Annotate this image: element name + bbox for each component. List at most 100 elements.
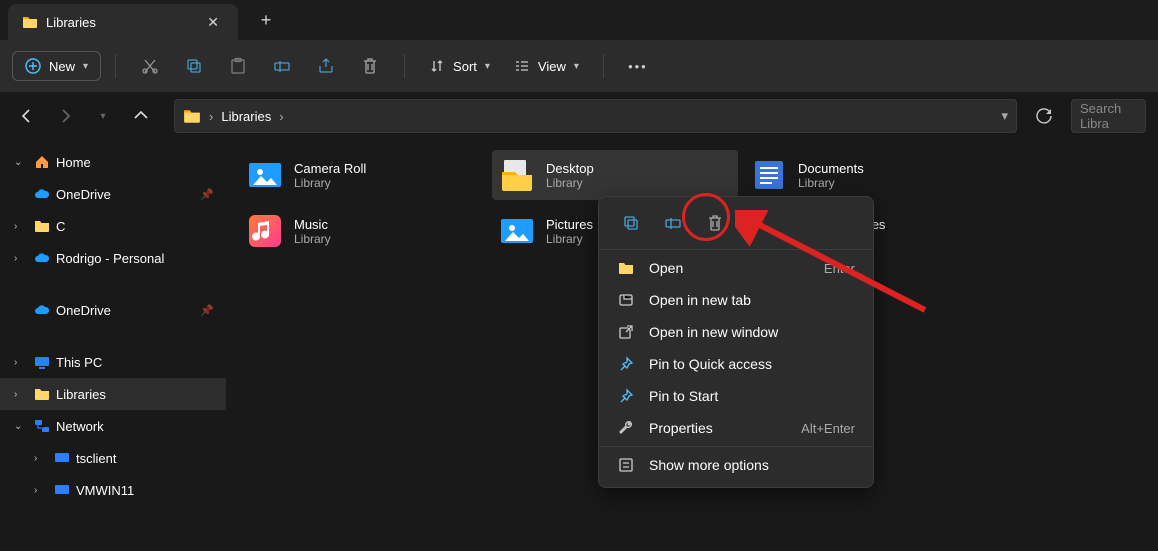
ctx-rename-button[interactable] bbox=[657, 207, 689, 239]
sidebar-item-c[interactable]: › C bbox=[0, 210, 226, 242]
chevron-down-icon[interactable]: ⌄ bbox=[14, 421, 28, 432]
ctx-pin-quick[interactable]: Pin to Quick access bbox=[599, 348, 873, 380]
chevron-right-icon[interactable]: › bbox=[14, 221, 28, 232]
up-button[interactable] bbox=[126, 101, 156, 131]
share-button[interactable] bbox=[306, 48, 346, 84]
divider bbox=[603, 54, 604, 78]
sidebar-item-libraries[interactable]: › Libraries bbox=[0, 378, 226, 410]
more-options-icon bbox=[617, 457, 635, 473]
chevron-down-icon: ▾ bbox=[83, 61, 88, 72]
chevron-right-icon[interactable]: › bbox=[14, 253, 28, 264]
pc-icon bbox=[54, 450, 70, 466]
ctx-open-new-tab[interactable]: Open in new tab bbox=[599, 284, 873, 316]
breadcrumb-sep: › bbox=[209, 109, 213, 124]
copy-button[interactable] bbox=[174, 48, 214, 84]
doc-library-icon bbox=[750, 156, 788, 194]
back-button[interactable] bbox=[12, 101, 42, 131]
pin-icon: 📌 bbox=[200, 304, 214, 317]
chevron-down-icon[interactable]: ⌄ bbox=[14, 157, 28, 168]
tab-icon bbox=[617, 292, 635, 308]
ctx-delete-button[interactable] bbox=[699, 207, 731, 239]
rename-button[interactable] bbox=[262, 48, 302, 84]
sidebar: ⌄ Home OneDrive 📌 › C › Rodrigo - Person… bbox=[0, 140, 226, 551]
folder-icon bbox=[22, 14, 38, 30]
cut-button[interactable] bbox=[130, 48, 170, 84]
tab-title: Libraries bbox=[46, 15, 96, 30]
paste-button[interactable] bbox=[218, 48, 258, 84]
plus-circle-icon bbox=[25, 58, 41, 74]
tab-libraries[interactable]: Libraries ✕ bbox=[8, 4, 238, 40]
chevron-down-icon: ▾ bbox=[574, 61, 579, 72]
network-icon bbox=[34, 418, 50, 434]
ctx-open[interactable]: Open Enter bbox=[599, 252, 873, 284]
pin-icon bbox=[617, 388, 635, 404]
pin-icon bbox=[617, 356, 635, 372]
folder-icon bbox=[183, 107, 201, 125]
chevron-right-icon[interactable]: › bbox=[14, 389, 28, 400]
forward-button[interactable] bbox=[50, 101, 80, 131]
wrench-icon bbox=[617, 420, 635, 436]
photo-library-icon bbox=[246, 156, 284, 194]
sidebar-item-thispc[interactable]: › This PC bbox=[0, 346, 226, 378]
library-item-desktop[interactable]: Desktop Library bbox=[492, 150, 738, 200]
home-icon bbox=[34, 154, 50, 170]
new-button[interactable]: New ▾ bbox=[12, 51, 101, 81]
pin-icon: 📌 bbox=[200, 188, 214, 201]
toolbar: New ▾ Sort ▾ View ▾ ••• bbox=[0, 40, 1158, 92]
context-menu: Open Enter Open in new tab Open in new w… bbox=[598, 196, 874, 488]
library-item-cameraroll[interactable]: Camera Roll Library bbox=[240, 150, 486, 200]
music-library-icon bbox=[246, 212, 284, 250]
ctx-properties[interactable]: Properties Alt+Enter bbox=[599, 412, 873, 444]
library-item-documents[interactable]: Documents Library bbox=[744, 150, 990, 200]
library-item-music[interactable]: Music Library bbox=[240, 206, 486, 256]
breadcrumb-item[interactable]: Libraries bbox=[221, 109, 271, 124]
divider bbox=[599, 249, 873, 250]
breadcrumb-sep: › bbox=[279, 109, 283, 124]
chevron-down-icon: ▾ bbox=[485, 61, 490, 72]
ctx-show-more[interactable]: Show more options bbox=[599, 449, 873, 481]
more-button[interactable]: ••• bbox=[618, 48, 658, 84]
tab-close-button[interactable]: ✕ bbox=[202, 12, 224, 33]
view-icon bbox=[514, 58, 530, 74]
delete-button[interactable] bbox=[350, 48, 390, 84]
new-window-icon bbox=[617, 324, 635, 340]
cloud-icon bbox=[34, 250, 50, 266]
search-input[interactable]: Search Libra bbox=[1071, 99, 1146, 133]
refresh-button[interactable] bbox=[1025, 99, 1063, 133]
pc-icon bbox=[34, 354, 50, 370]
sidebar-item-network[interactable]: ⌄ Network bbox=[0, 410, 226, 442]
photo-library-icon bbox=[498, 212, 536, 250]
folder-icon bbox=[617, 260, 635, 276]
ctx-copy-button[interactable] bbox=[615, 207, 647, 239]
sidebar-item-onedrive2[interactable]: OneDrive 📌 bbox=[0, 294, 226, 326]
navigation-bar: ▾ › Libraries › ▾ Search Libra bbox=[0, 92, 1158, 140]
address-bar[interactable]: › Libraries › ▾ bbox=[174, 99, 1017, 133]
ctx-pin-start[interactable]: Pin to Start bbox=[599, 380, 873, 412]
search-placeholder: Search Libra bbox=[1080, 101, 1137, 131]
sidebar-item-home[interactable]: ⌄ Home bbox=[0, 146, 226, 178]
divider bbox=[599, 446, 873, 447]
view-button[interactable]: View ▾ bbox=[504, 52, 589, 80]
cloud-icon bbox=[34, 302, 50, 318]
divider bbox=[404, 54, 405, 78]
sidebar-item-onedrive[interactable]: OneDrive 📌 bbox=[0, 178, 226, 210]
sidebar-item-tsclient[interactable]: › tsclient bbox=[0, 442, 226, 474]
tab-bar: Libraries ✕ + bbox=[0, 0, 1158, 40]
new-tab-button[interactable]: + bbox=[248, 4, 284, 36]
chevron-right-icon[interactable]: › bbox=[34, 485, 48, 496]
sidebar-item-rodrigo[interactable]: › Rodrigo - Personal bbox=[0, 242, 226, 274]
sort-button[interactable]: Sort ▾ bbox=[419, 52, 500, 80]
folder-icon bbox=[34, 386, 50, 402]
chevron-down-icon[interactable]: ▾ bbox=[1001, 108, 1008, 124]
folder-library-icon bbox=[498, 156, 536, 194]
folder-icon bbox=[34, 218, 50, 234]
recent-dropdown[interactable]: ▾ bbox=[88, 101, 118, 131]
chevron-right-icon[interactable]: › bbox=[34, 453, 48, 464]
chevron-right-icon[interactable]: › bbox=[14, 357, 28, 368]
cloud-icon bbox=[34, 186, 50, 202]
sidebar-item-vmwin11[interactable]: › VMWIN11 bbox=[0, 474, 226, 506]
ctx-open-new-window[interactable]: Open in new window bbox=[599, 316, 873, 348]
pc-icon bbox=[54, 482, 70, 498]
divider bbox=[115, 54, 116, 78]
sort-icon bbox=[429, 58, 445, 74]
